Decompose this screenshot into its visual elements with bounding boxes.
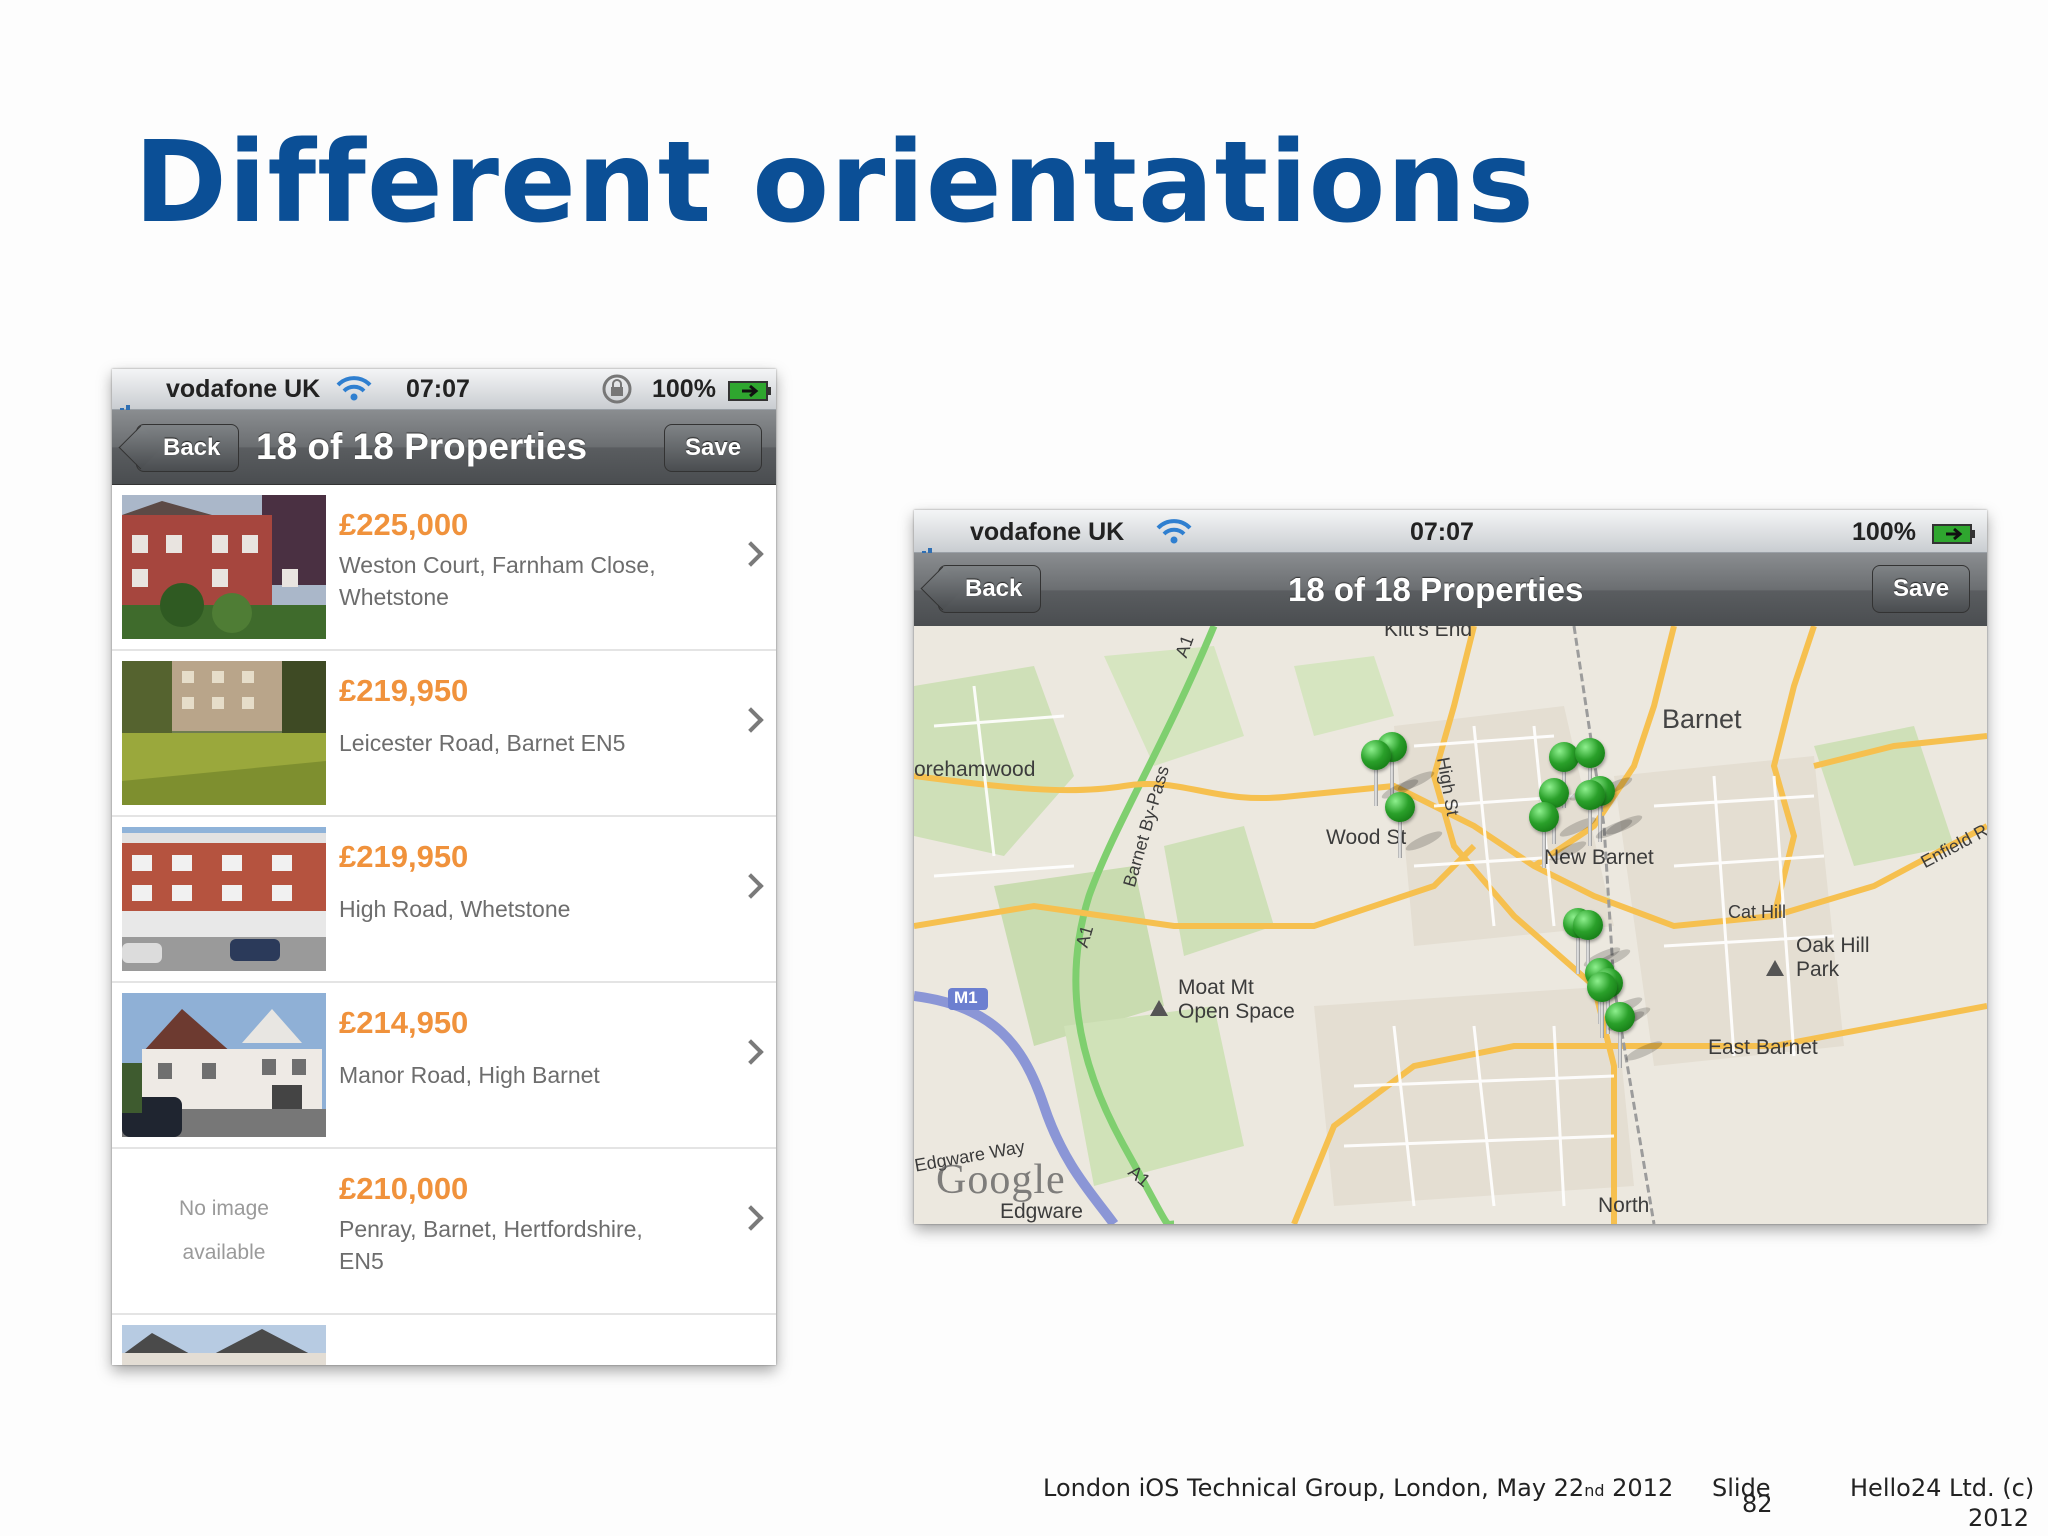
map-label-oak-hill: Oak Hill — [1796, 934, 1870, 957]
map-label-barnet: Barnet — [1662, 704, 1742, 734]
listing-row[interactable]: £219,950 Leicester Road, Barnet EN5 — [112, 651, 776, 817]
listing-price: £210,000 — [339, 1171, 469, 1206]
google-logo: Google — [936, 1157, 1066, 1203]
property-photo — [122, 993, 326, 1137]
listing-address: Weston Court, Farnham Close, Whetstone — [339, 549, 689, 613]
map-label-park: Park — [1796, 958, 1840, 981]
battery-icon — [728, 379, 772, 408]
wifi-icon — [1156, 516, 1192, 553]
clock-label: 07:07 — [1410, 518, 1474, 546]
carrier-label: vodafone UK — [970, 518, 1125, 546]
footer-event-sup: nd — [1584, 1481, 1605, 1500]
park-tree-icon — [1766, 960, 1784, 976]
pin-head-icon — [1385, 792, 1415, 822]
footer-event-pre: London iOS Technical Group, London, May … — [1043, 1474, 1585, 1502]
listing-price: £219,950 — [339, 839, 469, 874]
pin-head-icon — [1529, 802, 1559, 832]
listing-address: High Road, Whetstone — [339, 893, 689, 925]
back-button[interactable]: Back — [938, 565, 1042, 613]
pin-head-icon — [1575, 780, 1605, 810]
battery-icon — [1932, 522, 1976, 551]
listing-price: £219,950 — [339, 673, 469, 708]
disclosure-chevron-icon — [738, 1205, 764, 1231]
no-image-line2: available — [182, 1241, 266, 1264]
pin-head-icon — [1575, 738, 1605, 768]
map-tiles — [914, 626, 1987, 1224]
listing-address-line1: Manor Road, High Barnet — [339, 1062, 600, 1088]
map-label-borehamwood: orehamwood — [914, 758, 1036, 781]
listing-address-line1: Leicester Road, Barnet EN5 — [339, 730, 626, 756]
property-map[interactable]: Kitt's End Barnet orehamwood Wood St Hig… — [914, 626, 1987, 1224]
back-button-label: Back — [163, 434, 221, 461]
disclosure-chevron-icon — [738, 541, 764, 567]
listing-row[interactable]: £219,950 High Road, Whetstone — [112, 817, 776, 983]
status-bar: vodafone UK 07:07 100% — [914, 510, 1987, 557]
pin-head-icon — [1587, 972, 1617, 1002]
listing-address: Penray, Barnet, Hertfordshire, EN5 — [339, 1213, 689, 1277]
back-button-label: Back — [965, 575, 1023, 602]
disclosure-chevron-icon — [738, 707, 764, 733]
orientation-lock-icon — [600, 373, 634, 412]
map-label-cat-hill: Cat Hill — [1728, 902, 1787, 922]
pin-head-icon — [1361, 740, 1391, 770]
landscape-screenshot: vodafone UK 07:07 100% Back 18 of 18 Pro… — [914, 510, 1987, 1224]
save-button[interactable]: Save — [1872, 565, 1971, 613]
map-label-east-barnet: East Barnet — [1708, 1036, 1818, 1059]
footer-company-line1: Hello24 Ltd. (c) — [1850, 1474, 2035, 1502]
carrier-label: vodafone UK — [166, 375, 321, 403]
map-label-north: North — [1598, 1194, 1650, 1217]
listing-row[interactable] — [112, 1315, 776, 1365]
nav-title: 18 of 18 Properties — [256, 426, 588, 467]
footer-event-post: 2012 — [1604, 1474, 1674, 1502]
slide-title: Different orientations — [134, 118, 1535, 248]
map-label-m1: M1 — [954, 988, 978, 1007]
no-image-line1: No image — [179, 1197, 269, 1220]
footer-company-line2: 2012 — [1968, 1504, 2030, 1532]
property-photo — [122, 1325, 326, 1365]
portrait-screenshot: vodafone UK 07:07 100% Back 18 of 18 Pro… — [112, 369, 776, 1365]
save-button[interactable]: Save — [664, 424, 763, 472]
listing-row[interactable]: No image available £210,000 Penray, Barn… — [112, 1149, 776, 1315]
listing-row[interactable]: £225,000 Weston Court, Farnham Close, Wh… — [112, 485, 776, 651]
pin-head-icon — [1549, 742, 1579, 772]
battery-percent: 100% — [652, 375, 716, 403]
pin-head-icon — [1605, 1002, 1635, 1032]
map-label-kitts-end: Kitt's End — [1384, 626, 1473, 641]
listing-address-line2: Whetstone — [339, 584, 449, 610]
battery-percent: 100% — [1852, 518, 1916, 546]
listing-price: £214,950 — [339, 1005, 469, 1040]
footer-slide-number: 82 — [1742, 1490, 1773, 1518]
pin-head-icon — [1573, 910, 1603, 940]
no-image-placeholder: No image available — [122, 1159, 326, 1303]
map-label-moat-mt: Moat Mt — [1178, 976, 1254, 999]
listing-price: £225,000 — [339, 507, 469, 542]
park-tree-icon — [1150, 1000, 1168, 1016]
listing-address-line1: High Road, Whetstone — [339, 896, 571, 922]
property-photo — [122, 827, 326, 971]
navigation-bar: Back 18 of 18 Properties Save — [112, 410, 776, 485]
clock-label: 07:07 — [406, 375, 470, 403]
navigation-bar: Back 18 of 18 Properties Save — [914, 553, 1987, 628]
property-photo — [122, 661, 326, 805]
nav-title: 18 of 18 Properties — [1288, 571, 1584, 608]
disclosure-chevron-icon — [738, 1039, 764, 1065]
disclosure-chevron-icon — [738, 873, 764, 899]
back-button[interactable]: Back — [136, 424, 240, 472]
listing-address-line1: Weston Court, Farnham Close, — [339, 552, 656, 578]
property-photo — [122, 495, 326, 639]
status-bar: vodafone UK 07:07 100% — [112, 369, 776, 414]
listing-address-line2: EN5 — [339, 1248, 384, 1274]
map-label-open-space: Open Space — [1178, 1000, 1295, 1023]
listing-address-line1: Penray, Barnet, Hertfordshire, — [339, 1216, 643, 1242]
listing-address: Leicester Road, Barnet EN5 — [339, 727, 689, 759]
footer-event: London iOS Technical Group, London, May … — [1043, 1474, 1673, 1502]
listing-address: Manor Road, High Barnet — [339, 1059, 689, 1091]
map-label-wood-st: Wood St — [1326, 826, 1407, 849]
listing-row[interactable]: £214,950 Manor Road, High Barnet — [112, 983, 776, 1149]
wifi-icon — [336, 373, 372, 410]
